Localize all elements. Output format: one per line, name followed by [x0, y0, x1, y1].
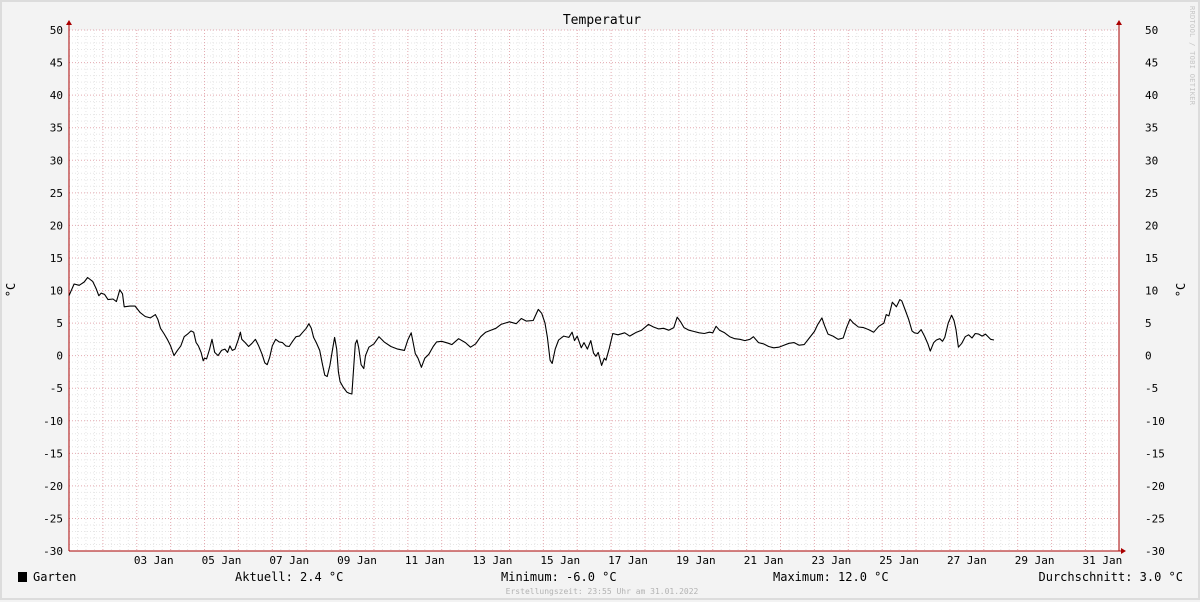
- y-tick-label-left: -15: [43, 447, 63, 460]
- y-tick-label-left: 35: [50, 122, 63, 135]
- y-tick-label-right: -30: [1145, 545, 1165, 558]
- y-tick-label-left: -10: [43, 415, 63, 428]
- y-tick-label-right: 15: [1145, 252, 1158, 265]
- y-tick-label-right: -5: [1145, 382, 1158, 395]
- x-tick-label: 21 Jan: [744, 554, 784, 567]
- x-tick-label: 27 Jan: [947, 554, 987, 567]
- y-tick-label-right: 20: [1145, 219, 1158, 232]
- x-tick-label: 23 Jan: [811, 554, 851, 567]
- x-tick-label: 17 Jan: [608, 554, 648, 567]
- chart-svg: 50 5045 4540 4035 3530 3025 2520 2015 1510 105 50 0…: [43, 20, 1165, 567]
- x-tick-label: 15 Jan: [540, 554, 580, 567]
- stat-maximum: Maximum: 12.0 °C: [773, 570, 889, 584]
- y-tick-label-right: -15: [1145, 447, 1165, 460]
- y-tick-label-right: -10: [1145, 415, 1165, 428]
- stat-average: Durchschnitt: 3.0 °C: [1038, 570, 1184, 584]
- x-tick-label: 09 Jan: [337, 554, 377, 567]
- y-tick-label-left: 30: [50, 154, 63, 167]
- legend-item-garten: Garten: [18, 570, 76, 584]
- chart-title: Temperatur: [562, 13, 642, 28]
- watermark: RRDTOOL / TOBI OETIKER: [1188, 6, 1196, 106]
- x-tick-label: 29 Jan: [1015, 554, 1055, 567]
- y-tick-label-right: 40: [1145, 89, 1158, 102]
- x-tick-label: 07 Jan: [269, 554, 309, 567]
- y-tick-label-left: -20: [43, 480, 63, 493]
- y-axis-label-left: °C: [4, 282, 19, 298]
- y-tick-label-right: 35: [1145, 122, 1158, 135]
- stat-minimum: Minimum: -6.0 °C: [501, 570, 617, 584]
- y-tick-label-left: 25: [50, 187, 63, 200]
- y-tick-label-left: 15: [50, 252, 63, 265]
- x-tick-label: 25 Jan: [879, 554, 919, 567]
- legend-series-name: Garten: [33, 570, 77, 584]
- y-tick-label-left: -30: [43, 545, 63, 558]
- y-tick-label-left: -25: [43, 512, 63, 525]
- chart-frame: 50 50 45 45 40 40 35 35 30 30 25 25 20 20 15 15 10 10 5 5 0 0…: [0, 0, 1200, 600]
- y-tick-label-right: 45: [1145, 57, 1158, 70]
- y-tick-label-right: 5: [1145, 317, 1152, 330]
- x-tick-label: 31 Jan: [1083, 554, 1123, 567]
- y-tick-label-right: 25: [1145, 187, 1158, 200]
- y-tick-label-right: -20: [1145, 480, 1165, 493]
- y-tick-label-right: 0: [1145, 350, 1152, 363]
- y-tick-label-left: 0: [56, 350, 63, 363]
- x-tick-label: 11 Jan: [405, 554, 445, 567]
- creation-timestamp: Erstellungszeit: 23:55 Uhr am 31.01.2022: [505, 587, 699, 596]
- y-tick-label-right: 10: [1145, 285, 1158, 298]
- stat-current: Aktuell: 2.4 °C: [235, 570, 344, 584]
- x-tick-label: 13 Jan: [473, 554, 513, 567]
- y-tick-label-left: 20: [50, 219, 63, 232]
- y-tick-label-left: 45: [50, 57, 63, 70]
- y-tick-label-left: -5: [50, 382, 63, 395]
- y-tick-label-right: -25: [1145, 512, 1165, 525]
- x-tick-label: 03 Jan: [134, 554, 174, 567]
- y-tick-label-left: 5: [56, 317, 63, 330]
- x-tick-label: 19 Jan: [676, 554, 716, 567]
- y-tick-label-right: 30: [1145, 154, 1158, 167]
- y-tick-label-left: 10: [50, 285, 63, 298]
- x-tick-label: 05 Jan: [202, 554, 242, 567]
- y-axis-label-right: °C: [1174, 282, 1189, 298]
- y-tick-label-left: 40: [50, 89, 63, 102]
- legend-swatch: [18, 572, 27, 582]
